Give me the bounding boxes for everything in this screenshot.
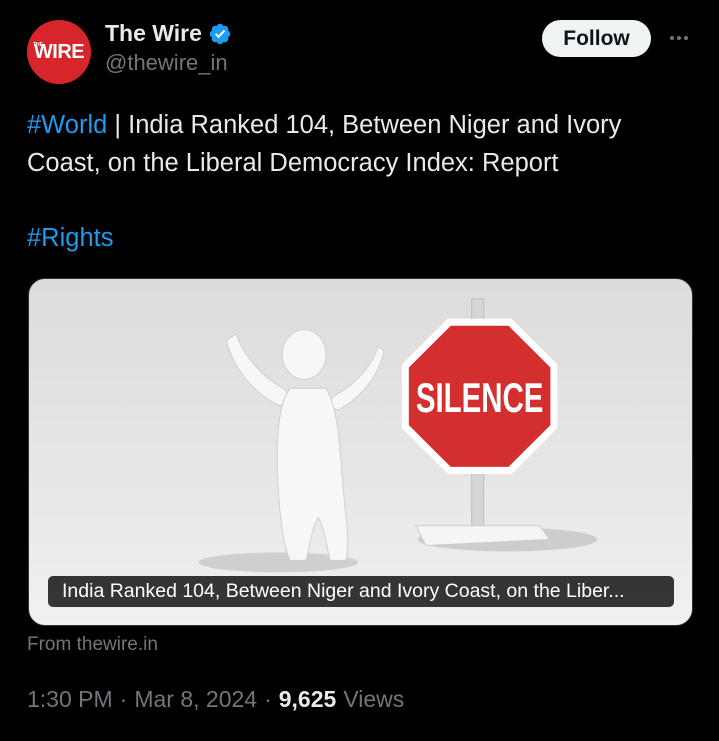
avatar[interactable]: THE WIRE [27, 20, 91, 84]
tweet-body: | India Ranked 104, Between Niger and Iv… [27, 111, 622, 177]
tweet-text: #World | India Ranked 104, Between Niger… [27, 106, 697, 182]
display-name[interactable]: The Wire [105, 20, 202, 47]
link-card[interactable]: SILENCE India Ranked 104, Between Niger … [28, 278, 693, 626]
views-label: Views [343, 686, 405, 712]
tweet-time[interactable]: 1:30 PM [27, 686, 113, 713]
account-handle[interactable]: @thewire_in [105, 50, 232, 76]
views-count[interactable]: 9,625 [279, 686, 337, 713]
hashtag-rights[interactable]: #Rights [27, 224, 113, 252]
card-image: SILENCE [198, 298, 598, 573]
tweet-date[interactable]: Mar 8, 2024 [134, 686, 257, 713]
hashtag-world[interactable]: #World [27, 111, 107, 139]
tweet-header: THE WIRE The Wire @thewire_in Follow [27, 18, 701, 88]
card-caption[interactable]: India Ranked 104, Between Niger and Ivor… [48, 576, 674, 607]
verified-badge-icon [209, 23, 231, 44]
tweet-hashtag-line: #Rights [27, 219, 113, 257]
figure-illustration [225, 329, 385, 561]
avatar-small-text: THE [33, 42, 43, 48]
follow-button[interactable]: Follow [542, 20, 651, 57]
account-names: The Wire @thewire_in [105, 20, 232, 76]
meta-separator: · [264, 686, 272, 712]
sign-text: SILENCE [416, 374, 544, 421]
more-horizontal-icon[interactable] [665, 28, 693, 48]
card-source[interactable]: From thewire.in [27, 634, 158, 656]
meta-separator: · [119, 686, 128, 712]
tweet-meta: 1:30 PM · Mar 8, 2024 · 9,625 Views [27, 686, 404, 713]
name-row: The Wire [105, 20, 232, 47]
